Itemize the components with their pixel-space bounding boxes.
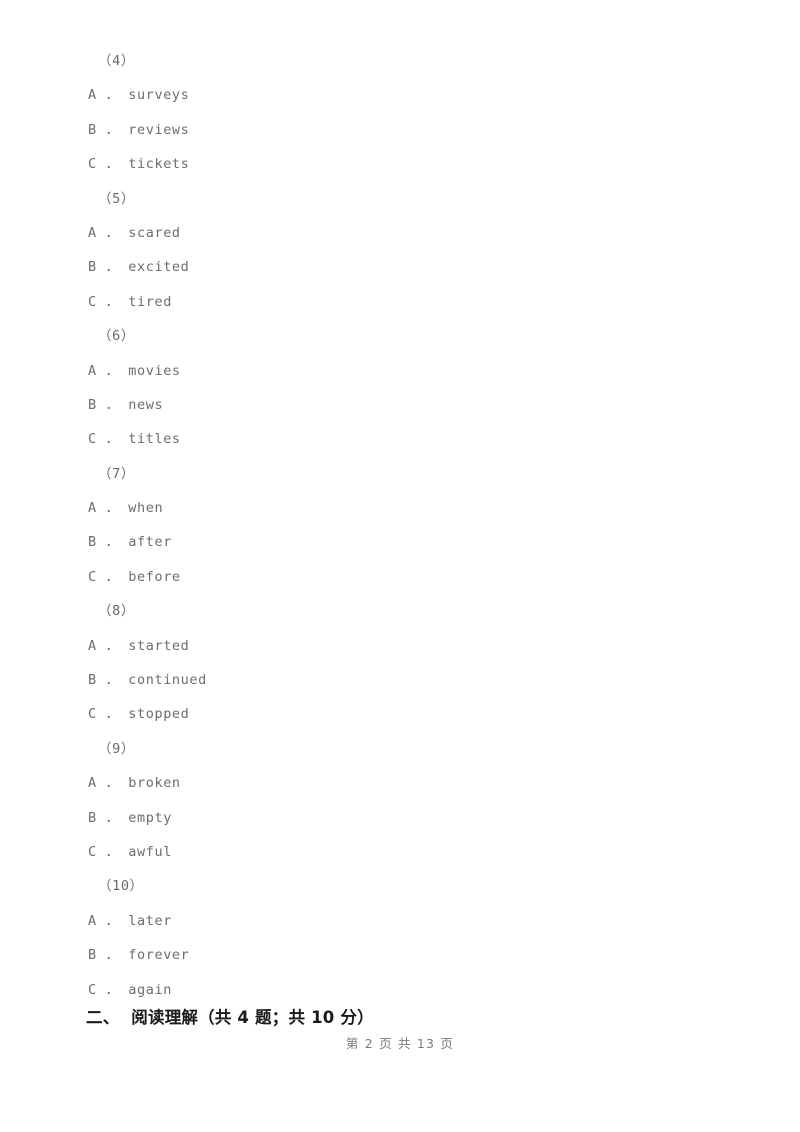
answer-option[interactable]: B ． reviews [88, 113, 708, 147]
answer-option[interactable]: A ． movies [88, 354, 708, 388]
page-footer: 第 2 页 共 13 页 [345, 1036, 455, 1051]
answer-option[interactable]: B ． excited [88, 250, 708, 284]
question-number: （8） [98, 603, 135, 620]
answer-option[interactable]: A ． later [88, 904, 708, 938]
answer-option[interactable]: C ． again [88, 973, 708, 1007]
answer-option[interactable]: A ． scared [88, 216, 708, 250]
answer-option[interactable]: A ． surveys [88, 78, 708, 112]
answer-option[interactable]: C ． titles [88, 422, 708, 456]
answer-option[interactable]: A ． when [88, 491, 708, 525]
answer-option[interactable]: C ． before [88, 560, 708, 594]
answer-option[interactable]: B ． forever [88, 938, 708, 972]
question-list: （4） A ． surveys B ． reviews C ． tickets （5） A… [88, 44, 708, 1007]
answer-option[interactable]: C ． tickets [88, 147, 708, 181]
answer-option[interactable]: B ． continued [88, 663, 708, 697]
question-number: （10） [98, 878, 144, 895]
answer-option[interactable]: B ． empty [88, 801, 708, 835]
answer-option[interactable]: C ． tired [88, 285, 708, 319]
answer-option[interactable]: A ． broken [88, 766, 708, 800]
answer-option[interactable]: C ． stopped [88, 697, 708, 731]
question-number: （9） [98, 740, 135, 757]
answer-option[interactable]: C ． awful [88, 835, 708, 869]
section-heading-reading-comprehension: 二、 阅读理解（共 4 题；共 10 分） [86, 1008, 374, 1027]
answer-option[interactable]: B ． after [88, 525, 708, 559]
answer-option[interactable]: A ． started [88, 629, 708, 663]
question-number: （6） [98, 328, 135, 345]
answer-option[interactable]: B ． news [88, 388, 708, 422]
document-page: （4） A ． surveys B ． reviews C ． tickets （5） A… [0, 0, 800, 1132]
question-number: （7） [98, 465, 135, 482]
question-number: （5） [98, 190, 135, 207]
question-number: （4） [98, 53, 135, 69]
